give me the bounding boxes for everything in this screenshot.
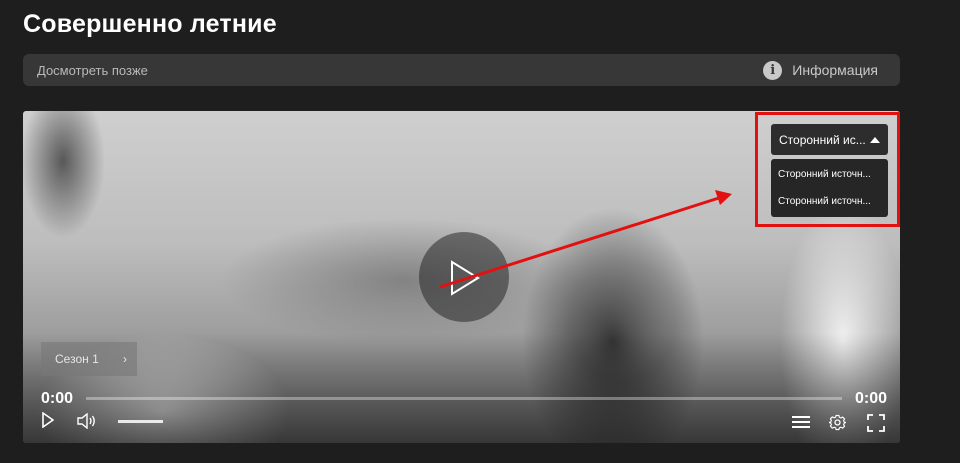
play-icon [451, 260, 480, 296]
caret-up-icon [870, 136, 880, 143]
big-play-button[interactable] [419, 232, 509, 322]
current-time: 0:00 [41, 390, 74, 407]
volume-slider[interactable] [118, 420, 163, 423]
page-title: Совершенно летние [23, 10, 277, 38]
info-icon: i [763, 60, 783, 80]
video-player[interactable]: Сезон 1 › 0:00 0:00 Сторонний ис... Стор… [23, 111, 900, 443]
playlist-icon[interactable] [792, 415, 810, 429]
chevron-right-icon: › [123, 352, 127, 366]
season-selector[interactable]: Сезон 1 › [41, 342, 137, 376]
info-button[interactable]: i Информация [763, 60, 878, 80]
source-selector[interactable]: Сторонний ис... [771, 124, 888, 155]
gear-icon[interactable] [829, 414, 846, 431]
fullscreen-icon[interactable] [867, 414, 885, 432]
season-label: Сезон 1 [55, 352, 99, 366]
progress-bar[interactable] [86, 397, 842, 400]
action-toolbar: Досмотреть позже i Информация [23, 54, 900, 86]
play-icon[interactable] [42, 412, 54, 428]
source-option[interactable]: Сторонний источн... [771, 188, 888, 215]
source-dropdown-menu: Сторонний источн... Сторонний источн... [771, 159, 888, 217]
total-time: 0:00 [854, 390, 887, 407]
info-label: Информация [792, 62, 878, 78]
source-option[interactable]: Сторонний источн... [771, 161, 888, 188]
source-selected-label: Сторонний ис... [779, 132, 866, 147]
video-frame [23, 333, 900, 443]
volume-icon[interactable] [77, 413, 97, 429]
watch-later-button[interactable]: Досмотреть позже [37, 63, 148, 78]
